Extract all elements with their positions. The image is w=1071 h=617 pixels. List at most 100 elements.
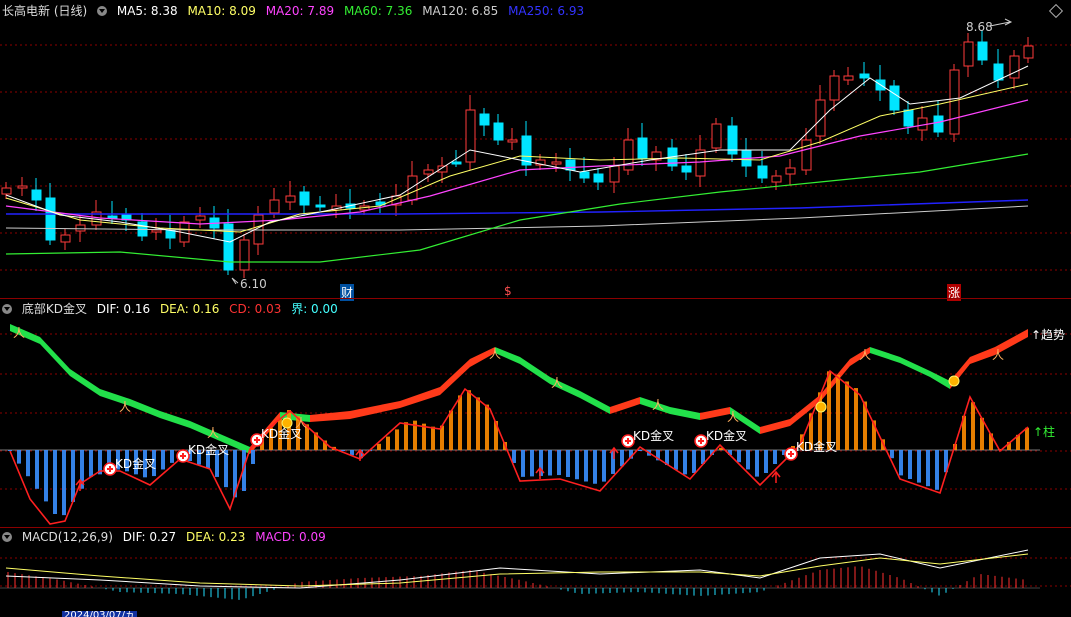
negative-bar: [62, 450, 66, 516]
kd-jie-value: 界: 0.00: [291, 302, 338, 316]
negative-bar: [755, 450, 759, 477]
candle: [107, 215, 118, 219]
kd-cross-label: KD金叉: [706, 429, 748, 443]
macd-dea-value: DEA: 0.23: [185, 530, 246, 544]
dropdown-icon[interactable]: [97, 6, 108, 16]
negative-bar: [737, 450, 741, 463]
low-arrow-icon: [231, 277, 239, 285]
dropdown-icon[interactable]: [2, 304, 12, 314]
bar-label: ↑柱: [1033, 425, 1056, 439]
candle: [933, 115, 944, 133]
kd-ribbon-segment: [760, 419, 790, 434]
negative-bar: [692, 450, 696, 473]
candle: [315, 204, 326, 208]
positive-bar: [485, 404, 489, 450]
candle: [17, 185, 28, 189]
negative-bar: [251, 450, 255, 464]
candle: [151, 229, 162, 233]
high-arrow-icon: [989, 18, 1013, 27]
positive-bar: [377, 443, 381, 450]
positive-bar: [467, 390, 471, 450]
candle: [437, 165, 448, 173]
negative-bar: [602, 450, 606, 482]
kd-indicator-chart[interactable]: 人人人人人人人人人人: [0, 299, 1071, 527]
person-signal-icon: 人: [207, 426, 219, 440]
negative-bar: [17, 450, 21, 464]
gold-coin-icon: [948, 375, 960, 387]
positive-bar: [449, 410, 453, 450]
positive-bar: [431, 426, 435, 450]
price-header: 长高电新 (日线) MA5: 8.38 MA10: 8.09 MA20: 7.8…: [2, 3, 590, 19]
dropdown-icon[interactable]: [2, 532, 12, 542]
candle: [785, 167, 796, 175]
kd-dea-value: DEA: 0.16: [159, 302, 220, 316]
candle: [949, 69, 960, 135]
negative-bar: [566, 450, 570, 477]
candle: [45, 197, 56, 241]
candle: [593, 173, 604, 183]
macd-dif-line: [5, 549, 1029, 589]
candle: [815, 99, 826, 137]
price-panel[interactable]: 长高电新 (日线) MA5: 8.38 MA10: 8.09 MA20: 7.8…: [0, 0, 1071, 301]
positive-bar: [395, 429, 399, 450]
candle: [609, 165, 620, 183]
negative-bar: [71, 450, 75, 502]
negative-bar: [26, 450, 30, 477]
ma20-value: MA20: 7.89: [265, 4, 335, 18]
ma5-value: MA5: 8.38: [116, 4, 178, 18]
ma250-value: MA250: 6.93: [508, 4, 585, 18]
negative-bar: [44, 450, 48, 502]
candle: [963, 41, 974, 67]
candle: [269, 199, 280, 214]
candle: [889, 85, 900, 111]
candle: [711, 123, 722, 149]
event-s-marker[interactable]: $: [504, 284, 512, 298]
kd-ribbon-segment: [40, 337, 70, 376]
kd-cross-label: KD金叉: [261, 427, 303, 441]
kd-ribbon-segment: [520, 357, 550, 384]
candle: [771, 175, 782, 183]
candlestick-chart[interactable]: [0, 0, 1071, 298]
candle: [801, 139, 812, 171]
kd-name[interactable]: 底部KD金叉: [22, 302, 87, 316]
negative-bar: [89, 450, 93, 477]
person-signal-icon: 人: [727, 410, 739, 424]
negative-bar: [890, 450, 894, 459]
candle: [451, 161, 462, 165]
macd-header: MACD(12,26,9) DIF: 0.27 DEA: 0.23 MACD: …: [2, 529, 332, 545]
gold-coin-icon: [815, 401, 827, 413]
negative-bar: [773, 450, 777, 464]
candle: [551, 161, 562, 165]
candle: [637, 137, 648, 159]
negative-bar: [512, 450, 516, 463]
kd-cross-label: KD金叉: [796, 440, 838, 454]
kd-ribbon-segment: [350, 401, 400, 419]
negative-bar: [899, 450, 903, 476]
macd-panel[interactable]: MACD(12,26,9) DIF: 0.27 DEA: 0.23 MACD: …: [0, 528, 1071, 617]
positive-bar: [845, 381, 849, 450]
trend-label: ↑趋势: [1031, 328, 1066, 342]
candle: [493, 122, 504, 141]
cursor-date-label: 2024/03/07/五: [62, 611, 138, 617]
candle: [903, 109, 914, 127]
macd-name[interactable]: MACD(12,26,9): [22, 530, 113, 544]
kd-panel[interactable]: 人人人人人人人人人人 底部KD金叉 DIF: 0.16 DEA: 0.16 CD…: [0, 299, 1071, 527]
person-signal-icon: 人: [992, 348, 1004, 362]
negative-bar: [746, 450, 750, 470]
candle: [1023, 45, 1034, 59]
kd-cross-label: KD金叉: [188, 443, 230, 457]
negative-bar: [764, 450, 768, 473]
stock-name[interactable]: 长高电新 (日线): [2, 4, 87, 18]
negative-bar: [161, 450, 165, 470]
ma250-line: [6, 199, 1029, 215]
negative-bar: [638, 450, 642, 451]
kd-dif-value: DIF: 0.16: [96, 302, 151, 316]
positive-bar: [458, 395, 462, 450]
macd-dif-value: DIF: 0.27: [122, 530, 177, 544]
kd-ribbon-segment: [670, 407, 700, 420]
positive-bar: [404, 422, 408, 450]
person-signal-icon: 人: [551, 376, 563, 390]
up-arrow-icon: [771, 470, 781, 483]
negative-bar: [593, 450, 597, 484]
macd-macd-value: MACD: 0.09: [255, 530, 326, 544]
